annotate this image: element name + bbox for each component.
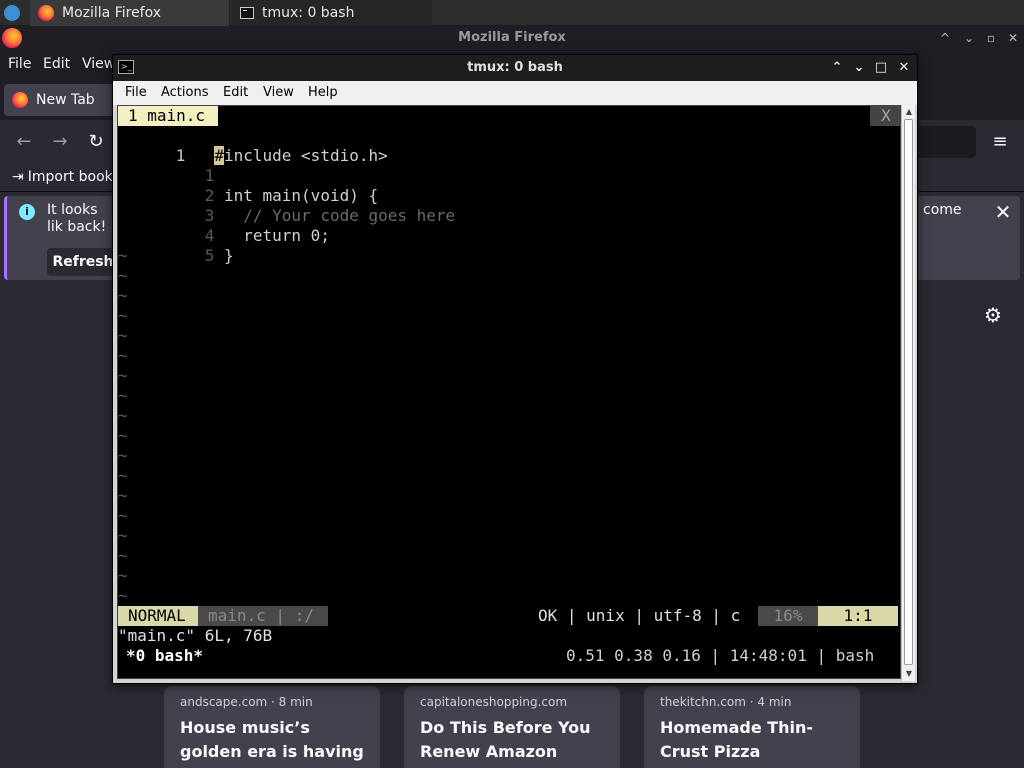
taskbar-item-label: tmux: 0 bash <box>262 5 355 21</box>
taskbar-item-firefox[interactable]: Mozilla Firefox <box>30 0 230 26</box>
tilde-line: ~ <box>118 326 128 345</box>
tilde-line: ~ <box>118 366 128 385</box>
code-line: 5 } <box>118 226 234 265</box>
story-card[interactable]: thekitchn.com · 4 min Homemade Thin-Crus… <box>644 686 860 768</box>
tilde-line: ~ <box>118 506 128 525</box>
tab-label: New Tab <box>36 92 95 108</box>
notification-text-right: come <box>923 202 962 218</box>
taskbar-item-label: Mozilla Firefox <box>62 5 162 21</box>
scroll-up-icon[interactable]: ▲ <box>902 107 916 117</box>
import-bookmarks-label: Import book <box>27 169 113 185</box>
vim-status-file: main.c | :/ <box>198 606 328 626</box>
tilde-line: ~ <box>118 346 128 365</box>
code-text: } <box>223 246 234 265</box>
vim-tab-close[interactable]: X <box>870 106 902 126</box>
terminal-screen[interactable]: 1 main.c X 1 #include <stdio.h> 1 2 int … <box>117 105 902 679</box>
refresh-button[interactable]: Refresh <box>47 248 119 276</box>
import-bookmarks-button[interactable]: ⇥ Import book <box>12 164 113 190</box>
code-line: 2 int main(void) { <box>118 166 378 205</box>
menu-view[interactable]: View <box>263 81 294 105</box>
menu-file[interactable]: File <box>8 50 31 78</box>
code-line: 1 <box>118 146 215 185</box>
notification-text: It looks lik back! <box>47 202 107 235</box>
tilde-line: ~ <box>118 406 128 425</box>
menu-edit[interactable]: Edit <box>223 81 248 105</box>
taskbar-item-terminal[interactable]: tmux: 0 bash <box>232 0 432 26</box>
tilde-line: ~ <box>118 546 128 565</box>
tilde-line: ~ <box>118 386 128 405</box>
maximize-icon[interactable]: □ <box>871 58 891 78</box>
tilde-line: ~ <box>118 426 128 445</box>
story-source: thekitchn.com · 4 min <box>660 695 792 709</box>
minimize-icon[interactable]: ⌃ <box>827 58 847 78</box>
close-icon[interactable]: ✕ <box>991 200 1015 224</box>
close-icon[interactable]: ✕ <box>1004 29 1022 47</box>
tmux-status-right: 0.51 0.38 0.16 | 14:48:01 | bash <box>566 646 875 665</box>
tilde-line: ~ <box>118 526 128 545</box>
story-card[interactable]: capitaloneshopping.com Do This Before Yo… <box>404 686 620 768</box>
vim-tab[interactable]: 1 main.c <box>118 106 218 126</box>
forward-icon[interactable]: → <box>48 130 72 154</box>
story-source: capitaloneshopping.com <box>420 695 568 709</box>
info-icon: i <box>19 204 35 220</box>
code-line: 1 #include <stdio.h> <box>118 126 388 165</box>
minimize-icon[interactable]: ^ <box>936 29 954 47</box>
menu-help[interactable]: Help <box>308 81 338 105</box>
tilde-line: ~ <box>118 246 128 265</box>
tilde-line: ~ <box>118 586 128 605</box>
tilde-line: ~ <box>118 266 128 285</box>
tilde-line: ~ <box>118 446 128 465</box>
code-text: return 0; <box>223 226 330 245</box>
tilde-line: ~ <box>118 286 128 305</box>
terminal-menubar: File Actions Edit View Help <box>113 81 917 105</box>
tilde-line: ~ <box>118 306 128 325</box>
code-text: include <stdio.h> <box>223 146 388 165</box>
tilde-line: ~ <box>118 466 128 485</box>
import-icon: ⇥ <box>12 169 24 185</box>
gear-icon[interactable]: ⚙ <box>982 304 1004 326</box>
app-menu-icon[interactable] <box>4 5 20 21</box>
window-title: Mozilla Firefox <box>458 30 566 45</box>
terminal-titlebar: >_ tmux: 0 bash ⌃ ⌄ □ ✕ <box>113 55 917 81</box>
cursor: # <box>214 146 224 165</box>
tab-new-tab[interactable]: New Tab <box>4 84 124 116</box>
firefox-icon <box>12 92 28 108</box>
story-title: House music’s golden era is having a <box>180 718 364 768</box>
window-title: tmux: 0 bash <box>467 60 563 75</box>
terminal-icon <box>240 7 254 19</box>
story-title: Do This Before You Renew Amazon Prime <box>420 718 591 768</box>
menu-file[interactable]: File <box>125 81 147 105</box>
code-line: 3 // Your code goes here <box>118 186 455 225</box>
hamburger-menu-icon[interactable]: ≡ <box>988 130 1012 154</box>
terminal-window: >_ tmux: 0 bash ⌃ ⌄ □ ✕ File Actions Edi… <box>112 54 918 684</box>
menu-edit[interactable]: Edit <box>43 50 70 78</box>
shade-icon[interactable]: ⌄ <box>960 29 978 47</box>
tmux-window-label[interactable]: *0 bash* <box>126 646 203 666</box>
story-title: Homemade Thin-Crust Pizza <box>660 718 814 761</box>
code-line: 4 return 0; <box>118 206 330 245</box>
firefox-titlebar: Mozilla Firefox ^ ⌄ ▫ ✕ <box>0 26 1024 50</box>
back-icon[interactable]: ← <box>12 130 36 154</box>
vim-status-info: OK | unix | utf-8 | c <box>538 606 741 625</box>
firefox-icon <box>38 5 54 21</box>
shade-icon[interactable]: ⌄ <box>849 58 869 78</box>
maximize-icon[interactable]: ▫ <box>982 29 1000 47</box>
story-source: andscape.com · 8 min <box>180 695 313 709</box>
vim-status-percent: 16% <box>758 606 818 626</box>
tilde-line: ~ <box>118 486 128 505</box>
vim-status-position: 1:1 <box>818 606 898 626</box>
menu-view[interactable]: View <box>82 50 115 78</box>
line-number: 5 <box>204 246 215 265</box>
vim-mode: NORMAL <box>118 606 198 626</box>
menu-actions[interactable]: Actions <box>161 81 209 105</box>
reload-icon[interactable]: ↻ <box>84 130 108 154</box>
taskbar: Mozilla Firefox tmux: 0 bash <box>0 0 1024 26</box>
vim-message: "main.c" 6L, 76B <box>118 626 273 645</box>
close-icon[interactable]: ✕ <box>894 58 914 78</box>
scrollbar-thumb[interactable] <box>904 119 913 665</box>
scrollbar[interactable]: ▲ ▼ <box>901 105 915 681</box>
story-card[interactable]: andscape.com · 8 min House music’s golde… <box>164 686 380 768</box>
tilde-line: ~ <box>118 566 128 585</box>
scroll-down-icon[interactable]: ▼ <box>902 669 916 679</box>
